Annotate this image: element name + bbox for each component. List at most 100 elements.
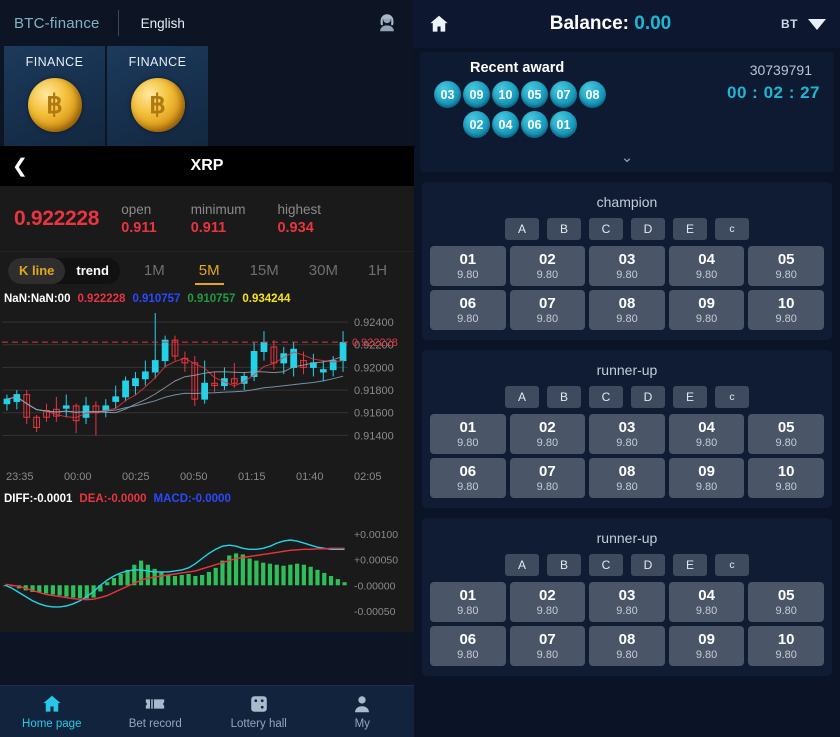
bet-type-tab-c[interactable]: c	[715, 218, 749, 240]
chart-controls: K line trend 1M 5M 15M 30M 1H	[0, 251, 414, 289]
bet-type-tab-A[interactable]: A	[505, 218, 539, 240]
bet-cell[interactable]: 109.80	[748, 626, 824, 666]
bet-cell[interactable]: 059.80	[748, 582, 824, 622]
bet-cell-odds: 9.80	[616, 437, 637, 449]
nav-lottery-hall[interactable]: Lottery hall	[207, 686, 311, 737]
bet-cell-odds: 9.80	[457, 269, 478, 281]
bet-cell[interactable]: 019.80	[430, 582, 506, 622]
bitcoin-coin-icon: ฿	[131, 78, 185, 132]
bet-type-tab-A[interactable]: A	[505, 554, 539, 576]
timeframe-1h[interactable]: 1H	[358, 252, 397, 290]
kline-value-1: 0.922228	[77, 293, 125, 305]
stat-minimum-label: minimum	[191, 202, 246, 217]
bet-cell[interactable]: 069.80	[430, 458, 506, 498]
bet-type-tabs: ABCDEc	[430, 554, 824, 582]
bet-cell[interactable]: 049.80	[669, 582, 745, 622]
bet-cell[interactable]: 079.80	[510, 626, 586, 666]
bet-cell-odds: 9.80	[775, 481, 796, 493]
bet-cell[interactable]: 049.80	[669, 246, 745, 286]
timeframe-15m[interactable]: 15M	[240, 252, 289, 290]
timeframe-30m[interactable]: 30M	[299, 252, 348, 290]
macd-diff: DIFF:-0.0001	[4, 493, 72, 505]
bet-type-tab-B[interactable]: B	[547, 554, 581, 576]
bet-grid: 019.80029.80039.80049.80059.80 069.80079.…	[430, 582, 824, 666]
kline-chart[interactable]: NaN:NaN:00 0.922228 0.910757 0.910757 0.…	[0, 289, 414, 632]
stat-highest-value: 0.934	[277, 220, 321, 236]
bet-cell[interactable]: 019.80	[430, 246, 506, 286]
bet-cell[interactable]: 089.80	[589, 626, 665, 666]
bet-cell[interactable]: 069.80	[430, 290, 506, 330]
bet-type-tab-D[interactable]: D	[631, 554, 665, 576]
bet-type-tab-E[interactable]: E	[673, 218, 707, 240]
bet-cell[interactable]: 079.80	[510, 290, 586, 330]
nav-bet-record-label: Bet record	[129, 718, 182, 730]
bet-cell[interactable]: 039.80	[589, 414, 665, 454]
bet-cell[interactable]: 019.80	[430, 414, 506, 454]
bet-type-tab-B[interactable]: B	[547, 386, 581, 408]
bet-type-tab-E[interactable]: E	[673, 554, 707, 576]
chevron-down-icon[interactable]: ⌄	[430, 138, 824, 168]
bet-cell-number: 05	[778, 251, 795, 268]
finance-card[interactable]: FINANCE ฿	[107, 46, 208, 146]
bet-cell[interactable]: 029.80	[510, 582, 586, 622]
bet-type-tab-C[interactable]: C	[589, 386, 623, 408]
bet-cell[interactable]: 029.80	[510, 414, 586, 454]
bet-cell-number: 06	[459, 295, 476, 312]
timeframe-1m[interactable]: 1M	[134, 252, 175, 290]
svg-text:0.91800: 0.91800	[354, 385, 394, 397]
stat-highest-label: highest	[277, 202, 321, 217]
bet-cell[interactable]: 059.80	[748, 414, 824, 454]
chevron-left-icon[interactable]: ❮	[12, 157, 28, 176]
language-selector[interactable]: English	[141, 16, 185, 31]
bet-cell[interactable]: 059.80	[748, 246, 824, 286]
bet-type-tab-A[interactable]: A	[505, 386, 539, 408]
kline-x-axis: 23:3500:0000:2500:5001:1501:4002:05	[0, 467, 414, 489]
bet-type-tab-C[interactable]: C	[589, 218, 623, 240]
home-icon	[41, 693, 63, 715]
bet-cell[interactable]: 079.80	[510, 458, 586, 498]
bet-cell[interactable]: 109.80	[748, 290, 824, 330]
bet-cell[interactable]: 049.80	[669, 414, 745, 454]
person-icon	[351, 693, 373, 715]
chart-mode-toggle: K line trend	[8, 258, 120, 284]
bet-cell[interactable]: 039.80	[589, 582, 665, 622]
bet-type-tab-c[interactable]: c	[715, 554, 749, 576]
nav-my[interactable]: My	[311, 686, 415, 737]
tab-trend[interactable]: trend	[65, 258, 120, 284]
bet-type-tab-B[interactable]: B	[547, 218, 581, 240]
bet-type-tab-c[interactable]: c	[715, 386, 749, 408]
nav-bet-record[interactable]: Bet record	[104, 686, 208, 737]
finance-card[interactable]: FINANCE ฿	[4, 46, 105, 146]
bottom-navigation: Home page Bet record Lottery hall My	[0, 685, 414, 737]
bet-cell[interactable]: 069.80	[430, 626, 506, 666]
nav-home-page[interactable]: Home page	[0, 686, 104, 737]
finance-card-label: FINANCE	[26, 55, 84, 69]
bet-type-tab-E[interactable]: E	[673, 386, 707, 408]
award-ball: 03	[434, 81, 461, 108]
chevron-down-icon[interactable]	[808, 19, 826, 30]
headset-icon[interactable]	[374, 10, 400, 36]
timeframe-5m[interactable]: 5M	[189, 252, 230, 290]
tab-kline[interactable]: K line	[8, 258, 65, 284]
nav-home-page-label: Home page	[22, 718, 81, 730]
bet-type-tab-D[interactable]: D	[631, 218, 665, 240]
currency-selector[interactable]: BT	[781, 17, 798, 31]
bet-type-tab-C[interactable]: C	[589, 554, 623, 576]
bet-cell[interactable]: 099.80	[669, 458, 745, 498]
bet-cell[interactable]: 039.80	[589, 246, 665, 286]
bet-cell-number: 03	[619, 587, 636, 604]
svg-text:+0.00100: +0.00100	[354, 529, 398, 541]
balance-label: Balance:	[550, 13, 629, 34]
bet-cell[interactable]: 099.80	[669, 626, 745, 666]
bet-cell[interactable]: 029.80	[510, 246, 586, 286]
bet-cell[interactable]: 089.80	[589, 458, 665, 498]
nav-lottery-hall-label: Lottery hall	[231, 718, 287, 730]
bet-cell-number: 01	[459, 587, 476, 604]
bet-cell[interactable]: 099.80	[669, 290, 745, 330]
bet-cell[interactable]: 089.80	[589, 290, 665, 330]
bet-cell[interactable]: 109.80	[748, 458, 824, 498]
bet-type-tab-D[interactable]: D	[631, 386, 665, 408]
award-ball: 06	[521, 111, 548, 138]
bet-cell-odds: 9.80	[775, 437, 796, 449]
symbol-header: ❮ XRP	[0, 146, 414, 186]
